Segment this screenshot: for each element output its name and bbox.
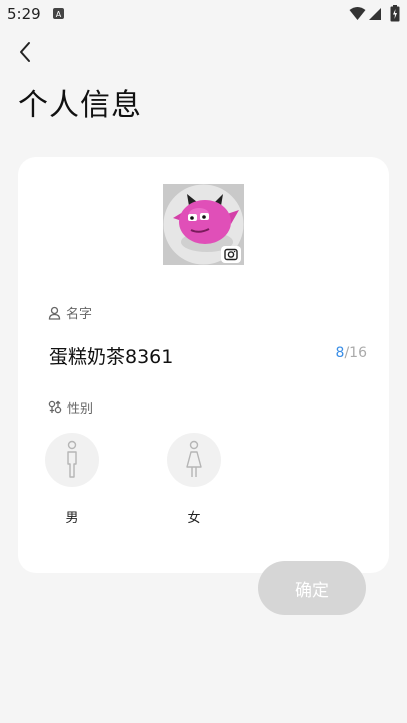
person-icon — [48, 306, 61, 320]
status-time: 5:29 — [7, 5, 41, 23]
male-figure-icon — [67, 440, 77, 478]
gender-male-label: 男 — [65, 511, 79, 526]
gender-label-text: 性别 — [67, 402, 94, 417]
confirm-button[interactable]: 确定 — [258, 561, 366, 615]
battery-icon — [390, 5, 400, 22]
gender-option-female[interactable]: 女 — [166, 433, 222, 526]
gender-option-male[interactable]: 男 — [44, 433, 100, 526]
gender-female-label: 女 — [187, 511, 201, 526]
gender-female-circle — [167, 433, 221, 487]
name-label-text: 名字 — [66, 307, 93, 322]
gender-male-circle — [45, 433, 99, 487]
camera-icon — [224, 248, 238, 261]
avatar[interactable] — [163, 184, 244, 265]
name-input[interactable]: 蛋糕奶茶8361 8/16 — [49, 342, 367, 368]
page-title: 个人信息 — [18, 88, 142, 123]
gender-label: 性别 — [48, 398, 93, 417]
wifi-icon — [349, 7, 366, 20]
status-bar: 5:29 A — [0, 0, 407, 30]
notification-icon: A — [53, 8, 64, 19]
name-label: 名字 — [48, 303, 92, 322]
profile-card: 名字 蛋糕奶茶8361 8/16 性别 男 女 — [18, 157, 389, 573]
camera-button[interactable] — [221, 246, 241, 263]
name-char-counter: 8/16 — [336, 345, 367, 361]
female-figure-icon — [186, 440, 202, 477]
svg-text:A: A — [56, 10, 62, 19]
gender-icon — [48, 400, 62, 414]
name-char-max: /16 — [344, 345, 367, 361]
back-arrow-icon[interactable] — [14, 40, 38, 64]
name-value: 蛋糕奶茶8361 — [49, 346, 174, 368]
cellular-icon — [369, 8, 381, 20]
